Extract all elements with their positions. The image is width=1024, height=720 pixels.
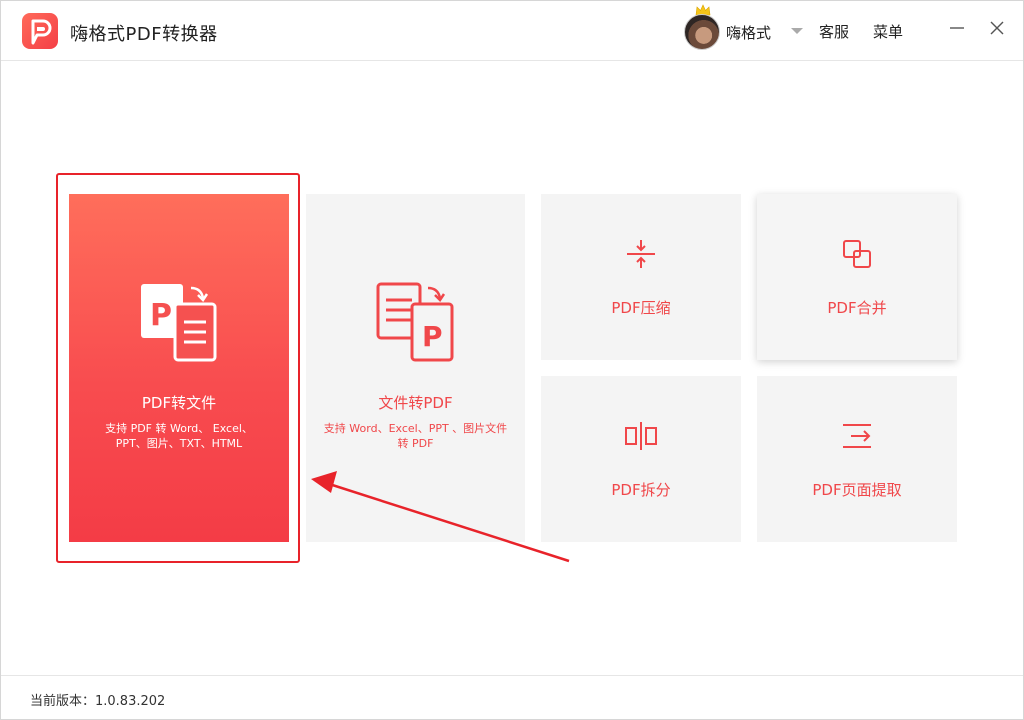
footer: 当前版本：1.0.83.202: [1, 675, 1023, 719]
app-title: 嗨格式PDF转换器: [70, 24, 218, 45]
avatar[interactable]: [684, 14, 720, 50]
file-to-pdf-card[interactable]: P 文件转PDF 支持 Word、Excel、PPT 、图片文件转 PDF: [306, 194, 525, 542]
pdf-to-file-icon: P: [141, 284, 217, 362]
pdf-to-file-desc: 支持 PDF 转 Word、 Excel、PPT、图片、TXT、HTML: [105, 422, 253, 450]
pdf-extract-label: PDF页面提取: [812, 481, 902, 499]
app-window: 嗨格式PDF转换器 嗨格式 客服 菜单 P PDF转文件 支持 PDF 转 Wo…: [0, 0, 1024, 720]
pdf-to-file-card[interactable]: P PDF转文件 支持 PDF 转 Word、 Excel、PPT、图片、TXT…: [69, 194, 289, 542]
menu-link[interactable]: 菜单: [873, 21, 903, 42]
pdf-split-label: PDF拆分: [611, 481, 671, 499]
extract-icon: [843, 424, 871, 448]
app-logo: [22, 13, 58, 49]
file-to-pdf-label: 文件转PDF: [378, 394, 453, 412]
pdf-extract-card[interactable]: PDF页面提取: [757, 376, 957, 542]
close-icon[interactable]: [986, 17, 1008, 39]
svg-text:P: P: [150, 298, 172, 333]
version-label: 当前版本：1.0.83.202: [30, 694, 166, 709]
pdf-compress-label: PDF压缩: [611, 299, 671, 317]
username[interactable]: 嗨格式: [726, 22, 771, 43]
minimize-icon[interactable]: [946, 17, 968, 39]
title-bar: 嗨格式PDF转换器 嗨格式 客服 菜单: [1, 1, 1023, 61]
file-to-pdf-desc: 支持 Word、Excel、PPT 、图片文件转 PDF: [323, 422, 508, 450]
pdf-split-card[interactable]: PDF拆分: [541, 376, 741, 542]
pdf-merge-card[interactable]: PDF合并: [757, 194, 957, 360]
split-icon: [625, 422, 657, 450]
customer-service-link[interactable]: 客服: [819, 21, 849, 42]
file-to-pdf-icon: P: [376, 282, 454, 362]
pdf-to-file-label: PDF转文件: [141, 394, 217, 412]
compress-icon: [627, 240, 655, 268]
pdf-merge-label: PDF合并: [827, 299, 887, 317]
pdf-compress-card[interactable]: PDF压缩: [541, 194, 741, 360]
svg-text:P: P: [422, 320, 443, 353]
merge-icon: [843, 240, 871, 268]
user-dropdown-icon[interactable]: [791, 28, 803, 34]
